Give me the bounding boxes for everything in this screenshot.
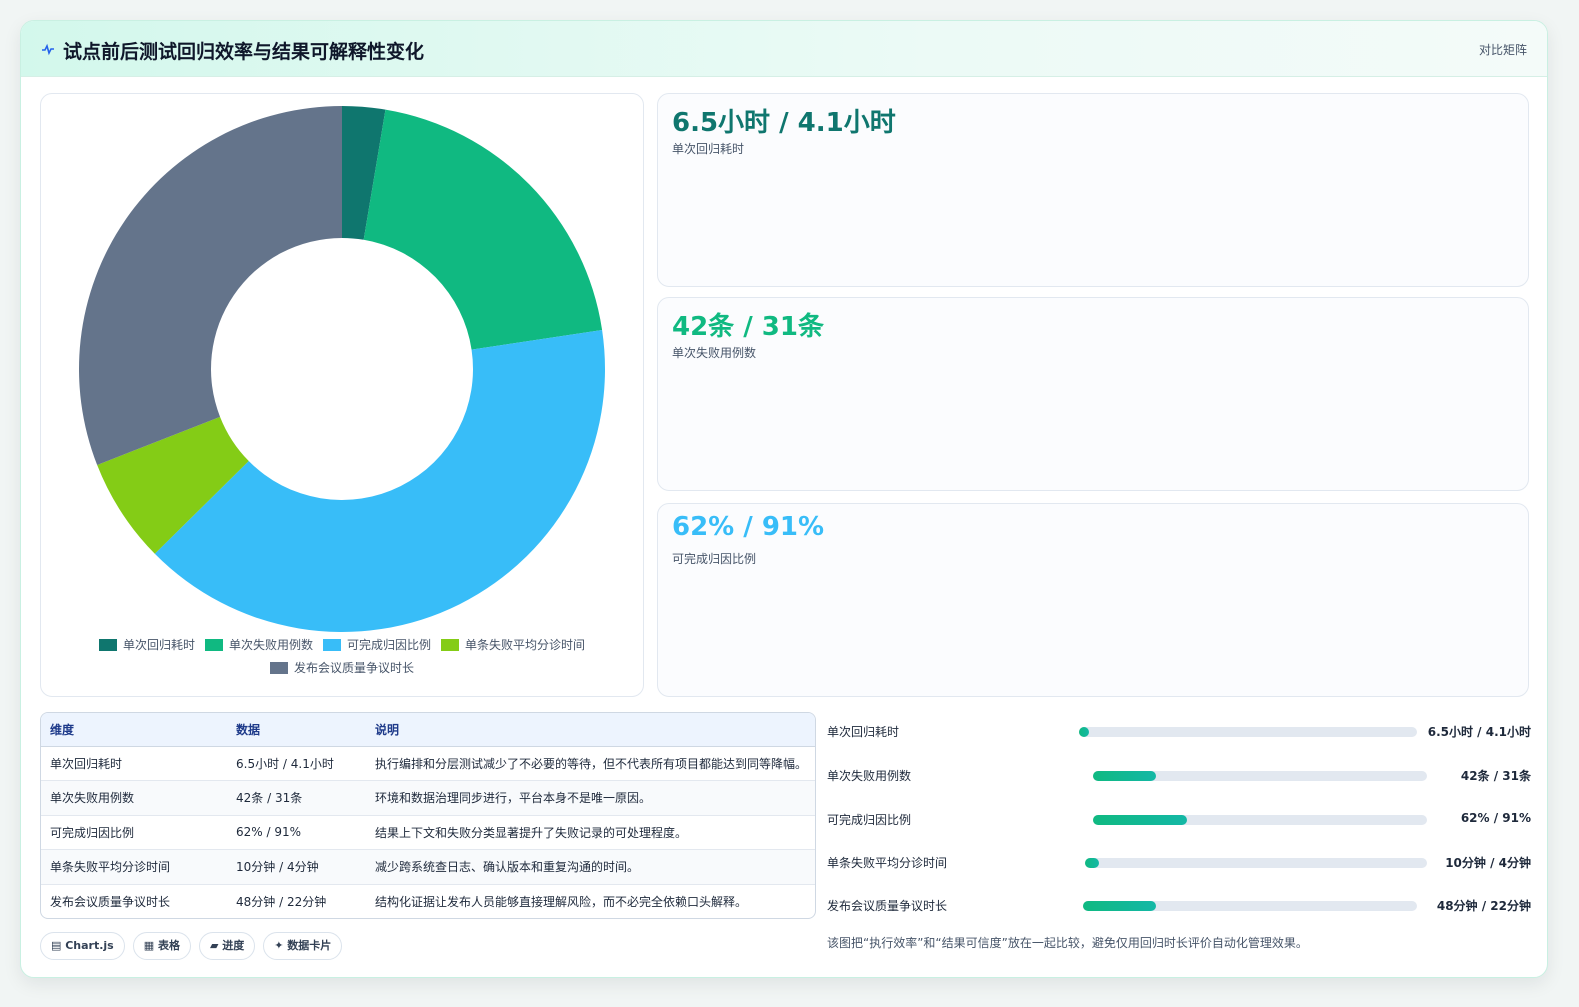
progress-bars: 单次回归耗时 6.5小时 / 4.1小时单次失败用例数 42条 / 31条可完成归因… — [827, 712, 1531, 932]
dashboard-card: 试点前后测试回归效率与结果可解释性变化 对比矩阵 单次回归耗时 单次失败用例数 可完… — [20, 20, 1548, 978]
table-cell: 结果上下文和失败分类显著提升了失败记录的可处理程度。 — [366, 815, 815, 850]
stat-card-failed-cases: 42条 / 31条 单次失败用例数 — [657, 297, 1529, 491]
progress-value: 42条 / 31条 — [1460, 769, 1531, 783]
table-row: 可完成归因比例 62% / 91% 结果上下文和失败分类显著提升了失败记录的可处理程… — [41, 815, 815, 850]
chip[interactable]: ▦ 表格 — [132, 932, 191, 960]
progress-track — [1085, 858, 1427, 868]
doughnut-chart — [79, 106, 605, 633]
doughnut-chart-panel: 单次回归耗时 单次失败用例数 可完成归因比例 单条失败平均分诊时间发布会议质量争议时长 — [40, 93, 644, 697]
progress-fill — [1093, 771, 1157, 781]
table-row: 单次回归耗时 6.5小时 / 4.1小时 执行编排和分层测试减少了不必要的等待，但不… — [41, 746, 815, 781]
legend-swatch — [98, 638, 117, 651]
legend-item[interactable]: 单条失败平均分诊时间 — [441, 636, 585, 653]
stat-value: 62% / 91% — [672, 512, 825, 542]
data-table: 维度 数据 说明 单次回归耗时 6.5小时 / 4.1小时 执行编排和分层测试减少了… — [40, 712, 816, 919]
progress-row: 单次回归耗时 6.5小时 / 4.1小时 — [827, 719, 1531, 743]
pulse-icon — [42, 43, 54, 56]
legend-swatch — [204, 638, 223, 651]
progress-row: 单条失败平均分诊时间 10分钟 / 4分钟 — [827, 850, 1531, 874]
table-cell: 结构化证据让发布人员能够直接理解风险，而不必完全依赖口头解释。 — [375, 895, 748, 909]
progress-fill — [1083, 901, 1157, 911]
legend-label: 发布会议质量争议时长 — [293, 661, 414, 675]
progress-label: 可完成归因比例 — [827, 813, 912, 827]
progress-value: 48分钟 / 22分钟 — [1436, 899, 1531, 913]
legend-swatch — [441, 638, 460, 651]
progress-value: 10分钟 / 4分钟 — [1445, 856, 1531, 870]
progress-track — [1093, 815, 1427, 825]
legend-item[interactable]: 可完成归因比例 — [323, 636, 431, 653]
progress-value: 6.5小时 / 4.1小时 — [1427, 725, 1531, 739]
chart-legend: 单次回归耗时 单次失败用例数 可完成归因比例 单条失败平均分诊时间发布会议质量争议时长 — [61, 636, 623, 676]
legend-label: 单条失败平均分诊时间 — [465, 638, 586, 652]
table-cell: 单次回归耗时 — [41, 746, 227, 781]
progress-fill — [1079, 727, 1090, 737]
legend-label: 单次回归耗时 — [122, 638, 195, 652]
legend-label: 单次失败用例数 — [228, 638, 313, 652]
column-header: 维度 — [41, 713, 227, 747]
doughnut-slice-2[interactable] — [363, 109, 603, 350]
legend-item[interactable]: 发布会议质量争议时长 — [269, 659, 414, 676]
stat-label: 单次回归耗时 — [672, 142, 745, 156]
doughnut-slice-5[interactable] — [79, 106, 342, 466]
table-row: 单次失败用例数 42条 / 31条 环境和数据治理同步进行，平台本身不是唯一原因。 — [41, 780, 815, 816]
table-cell: 10分钟 / 4分钟 — [227, 849, 366, 885]
chart-caption: 该图把“执行效率”和“结果可信度”放在一起比较，避免仅用回归时长评价自动化管理效… — [827, 936, 1308, 950]
legend-swatch — [269, 661, 288, 674]
chip[interactable]: ▤ Chart.js — [40, 932, 125, 960]
table-cell: 执行编排和分层测试减少了不必要的等待，但不代表所有项目都能达到同等降幅。 — [366, 746, 815, 781]
table-row: 单条失败平均分诊时间 10分钟 / 4分钟 减少跨系统查日志、确认版本和重复沟通的时… — [41, 849, 815, 885]
table-cell: 单次失败用例数 — [41, 780, 227, 816]
progress-label: 发布会议质量争议时长 — [827, 899, 948, 913]
table-cell: 发布会议质量争议时长 — [50, 895, 171, 909]
table-row: 发布会议质量争议时长 48分钟 / 22分钟 结构化证据让发布人员能够直接理解风险，… — [41, 884, 815, 918]
progress-label: 单条失败平均分诊时间 — [827, 856, 948, 870]
progress-label: 单次回归耗时 — [827, 725, 900, 739]
table-cell: 可完成归因比例 — [41, 815, 227, 850]
table-cell: 单条失败平均分诊时间 — [41, 849, 227, 885]
progress-track — [1079, 727, 1417, 737]
progress-fill — [1093, 815, 1187, 825]
legend-item[interactable]: 单次失败用例数 — [204, 636, 313, 653]
chip[interactable]: ▰ 进度 — [198, 932, 256, 960]
stat-label: 可完成归因比例 — [672, 552, 757, 566]
table-cell: 减少跨系统查日志、确认版本和重复沟通的时间。 — [366, 849, 815, 885]
progress-track — [1083, 901, 1417, 911]
chip-list: ▤ Chart.js ▦ 表格 ▰ 进度 ✦ 数据卡片 — [40, 932, 343, 960]
progress-row: 发布会议质量争议时长 48分钟 / 22分钟 — [827, 893, 1531, 917]
progress-row: 单次失败用例数 42条 / 31条 — [827, 763, 1531, 787]
view-tag[interactable]: 对比矩阵 — [1479, 41, 1527, 58]
column-header: 说明 — [366, 713, 815, 747]
stat-card-regression-time: 6.5小时 / 4.1小时 单次回归耗时 — [657, 93, 1529, 287]
table-cell: 42条 / 31条 — [227, 780, 366, 816]
stat-value: 6.5小时 / 4.1小时 — [672, 108, 896, 138]
table-cell: 48分钟 / 22分钟 — [236, 895, 327, 909]
legend-swatch — [323, 638, 341, 651]
chip[interactable]: ✦ 数据卡片 — [263, 932, 343, 960]
table-cell: 62% / 91% — [227, 815, 366, 850]
legend-label: 可完成归因比例 — [347, 638, 432, 652]
column-header: 数据 — [227, 713, 366, 747]
stat-label: 单次失败用例数 — [672, 346, 757, 360]
progress-fill — [1085, 858, 1099, 868]
stat-value: 42条 / 31条 — [672, 312, 824, 342]
stat-card-attribution-ratio: 62% / 91% 可完成归因比例 — [657, 503, 1529, 697]
progress-row: 可完成归因比例 62% / 91% — [827, 807, 1531, 831]
legend-item[interactable]: 单次回归耗时 — [98, 636, 195, 653]
progress-label: 单次失败用例数 — [827, 769, 912, 783]
progress-track — [1093, 771, 1427, 781]
table-cell: 环境和数据治理同步进行，平台本身不是唯一原因。 — [366, 780, 815, 816]
header: 试点前后测试回归效率与结果可解释性变化 对比矩阵 — [21, 21, 1547, 77]
progress-value: 62% / 91% — [1460, 811, 1531, 825]
table-cell: 6.5小时 / 4.1小时 — [227, 746, 366, 781]
page-title: 试点前后测试回归效率与结果可解释性变化 — [63, 41, 425, 63]
table-header-row: 维度 数据 说明 — [41, 713, 815, 747]
